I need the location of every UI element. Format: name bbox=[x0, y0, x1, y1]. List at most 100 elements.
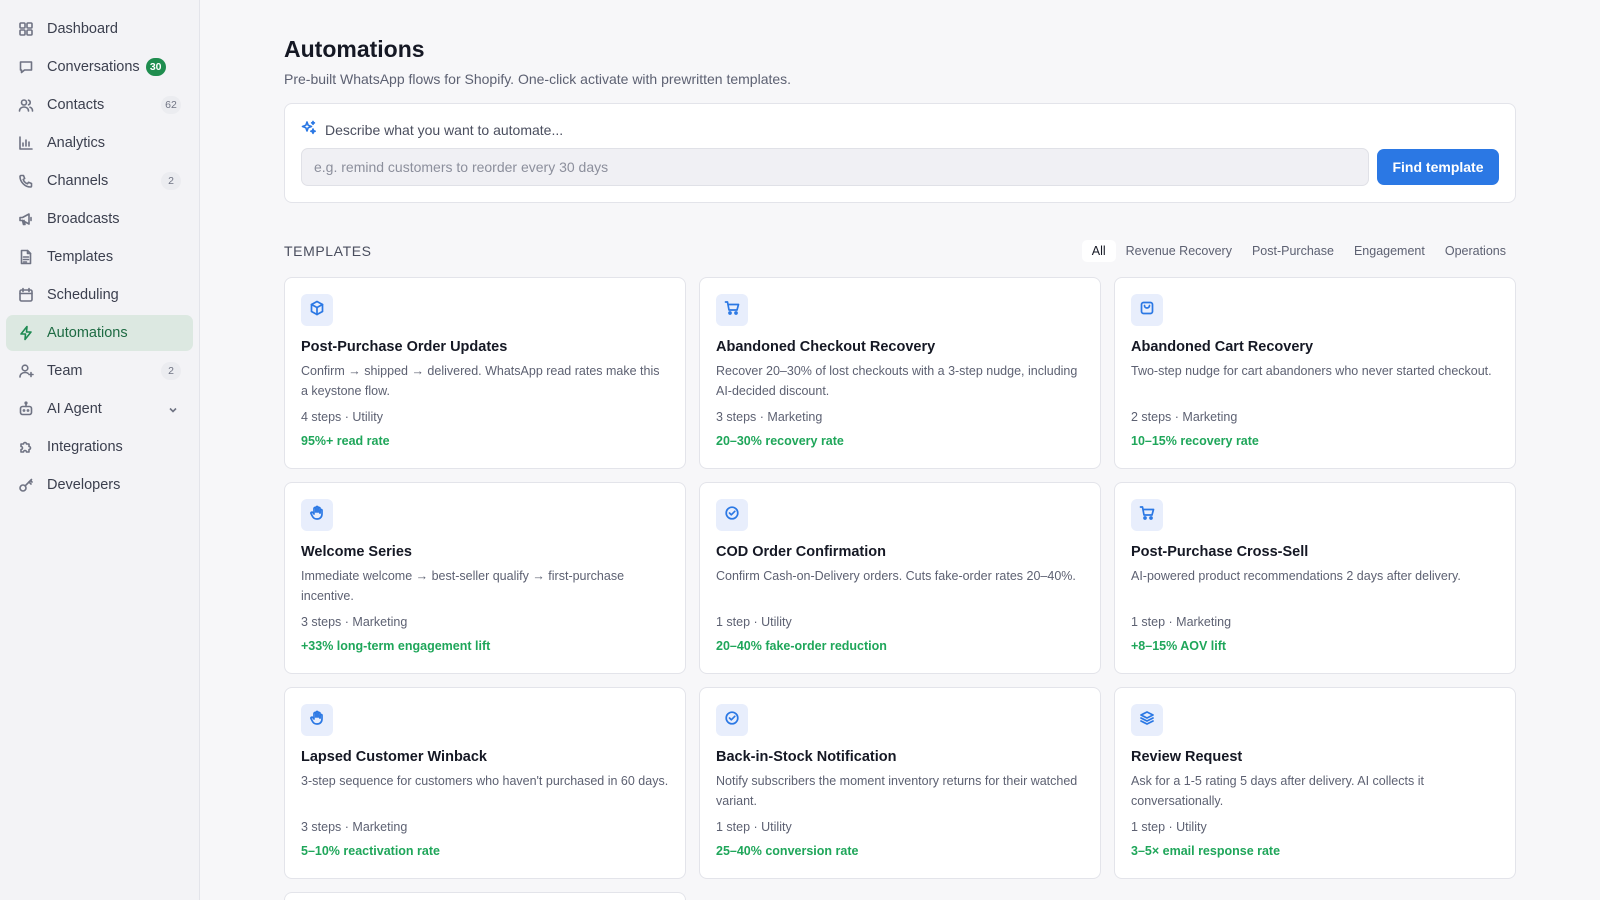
sidebar-item-label: AI Agent bbox=[47, 401, 102, 417]
template-meta: 1 step · Utility bbox=[1131, 820, 1207, 834]
template-card[interactable]: Review Request Ask for a 1-5 rating 5 da… bbox=[1114, 687, 1516, 879]
template-card[interactable]: Lapsed Customer Winback 3-step sequence … bbox=[284, 687, 686, 879]
sidebar-item-dashboard[interactable]: Dashboard bbox=[6, 11, 193, 47]
template-description: Ask for a 1-5 rating 5 days after delive… bbox=[1131, 774, 1424, 808]
key-icon bbox=[18, 477, 34, 493]
automation-search-input[interactable] bbox=[301, 148, 1369, 186]
filter-all[interactable]: All bbox=[1081, 240, 1116, 262]
sidebar-item-label: Contacts bbox=[47, 97, 105, 113]
sidebar-item-contacts[interactable]: Contacts 62 bbox=[6, 87, 193, 123]
sidebar-item-team[interactable]: Team 2 bbox=[6, 353, 193, 389]
template-card-partial[interactable] bbox=[284, 892, 686, 900]
chevron-down-icon[interactable] bbox=[167, 403, 179, 415]
chat-icon bbox=[18, 59, 34, 75]
template-card[interactable]: COD Order Confirmation Confirm Cash-on-D… bbox=[699, 482, 1101, 674]
shopping-bag-icon bbox=[1139, 300, 1155, 321]
template-description: 3-step sequence for customers who haven'… bbox=[301, 774, 669, 788]
template-meta: 1 step · Utility bbox=[716, 820, 792, 834]
template-stat: 20–30% recovery rate bbox=[716, 434, 844, 448]
template-stat: +8–15% AOV lift bbox=[1131, 639, 1227, 653]
page-title: Automations bbox=[284, 36, 425, 62]
template-card[interactable]: Welcome Series Immediate welcome → best-… bbox=[284, 482, 686, 674]
document-icon bbox=[18, 249, 34, 265]
megaphone-icon bbox=[18, 211, 34, 227]
template-description: AI-powered product recommendations 2 day… bbox=[1131, 569, 1461, 583]
sidebar: Dashboard Conversations 30 Contacts 62 A… bbox=[0, 0, 200, 900]
filter-post-purchase[interactable]: Post-Purchase bbox=[1242, 240, 1344, 262]
template-meta: 1 step · Utility bbox=[716, 615, 792, 629]
sidebar-item-label: Scheduling bbox=[47, 287, 119, 303]
template-stat: +33% long-term engagement lift bbox=[301, 639, 491, 653]
user-icon bbox=[18, 363, 34, 379]
hand-wave-icon bbox=[309, 710, 325, 731]
template-title: COD Order Confirmation bbox=[716, 544, 886, 560]
template-meta: 3 steps · Marketing bbox=[301, 615, 408, 629]
cart-icon bbox=[724, 300, 740, 321]
sidebar-item-label: Team bbox=[47, 363, 83, 379]
grid-icon bbox=[18, 21, 34, 37]
filter-revenue-recovery[interactable]: Revenue Recovery bbox=[1116, 240, 1242, 262]
sidebar-item-developers[interactable]: Developers bbox=[6, 467, 193, 503]
robot-icon bbox=[18, 401, 34, 417]
sidebar-item-label: Automations bbox=[47, 325, 128, 341]
template-title: Lapsed Customer Winback bbox=[301, 749, 487, 765]
unread-badge: 30 bbox=[145, 58, 166, 76]
sidebar-item-integrations[interactable]: Integrations bbox=[6, 429, 193, 465]
sidebar-item-analytics[interactable]: Analytics bbox=[6, 125, 193, 161]
template-stat: 10–15% recovery rate bbox=[1131, 434, 1259, 448]
sidebar-item-scheduling[interactable]: Scheduling bbox=[6, 277, 193, 313]
puzzle-icon bbox=[18, 439, 34, 455]
sidebar-item-conversations[interactable]: Conversations 30 bbox=[6, 49, 193, 85]
template-title: Welcome Series bbox=[301, 544, 412, 560]
count-badge: 2 bbox=[161, 172, 181, 190]
template-stat: 20–40% fake-order reduction bbox=[716, 639, 887, 653]
template-meta: 3 steps · Marketing bbox=[301, 820, 408, 834]
main-content: Automations Pre-built WhatsApp flows for… bbox=[284, 0, 1516, 900]
template-card[interactable]: Abandoned Cart Recovery Two-step nudge f… bbox=[1114, 277, 1516, 469]
calendar-icon bbox=[18, 287, 34, 303]
find-template-button[interactable]: Find template bbox=[1377, 149, 1499, 185]
cart-icon bbox=[1139, 505, 1155, 526]
automation-search-card: Describe what you want to automate... Fi… bbox=[284, 103, 1516, 203]
template-title: Abandoned Checkout Recovery bbox=[716, 339, 936, 355]
template-card[interactable]: Post-Purchase Order Updates Confirm → sh… bbox=[284, 277, 686, 469]
check-badge-icon bbox=[724, 505, 740, 526]
template-stat: 25–40% conversion rate bbox=[716, 844, 859, 858]
sidebar-item-label: Templates bbox=[47, 249, 114, 265]
sparkles-icon bbox=[301, 120, 317, 141]
hand-wave-icon bbox=[309, 505, 325, 526]
template-card[interactable]: Abandoned Checkout Recovery Recover 20–3… bbox=[699, 277, 1101, 469]
sidebar-item-ai-agent[interactable]: AI Agent bbox=[6, 391, 193, 427]
template-title: Review Request bbox=[1131, 749, 1243, 765]
search-prompt-label: Describe what you want to automate... bbox=[325, 122, 564, 138]
template-title: Post-Purchase Cross-Sell bbox=[1131, 544, 1309, 560]
sidebar-item-label: Broadcasts bbox=[47, 211, 120, 227]
template-grid: Post-Purchase Order Updates Confirm → sh… bbox=[284, 277, 1516, 900]
sidebar-item-broadcasts[interactable]: Broadcasts bbox=[6, 201, 193, 237]
phone-icon bbox=[18, 173, 34, 189]
check-badge-icon bbox=[724, 710, 740, 731]
filter-engagement[interactable]: Engagement bbox=[1344, 240, 1435, 262]
sidebar-item-label: Analytics bbox=[47, 135, 106, 151]
sidebar-item-label: Dashboard bbox=[47, 21, 118, 37]
sidebar-item-automations[interactable]: Automations bbox=[6, 315, 193, 351]
template-description: Notify subscribers the moment inventory … bbox=[716, 774, 1078, 808]
filter-operations[interactable]: Operations bbox=[1435, 240, 1516, 262]
template-title: Post-Purchase Order Updates bbox=[301, 339, 508, 355]
sidebar-item-channels[interactable]: Channels 2 bbox=[6, 163, 193, 199]
template-card[interactable]: Post-Purchase Cross-Sell AI-powered prod… bbox=[1114, 482, 1516, 674]
users-icon bbox=[18, 97, 34, 113]
template-description: Immediate welcome → best-seller qualify … bbox=[301, 569, 625, 603]
template-card[interactable]: Back-in-Stock Notification Notify subscr… bbox=[699, 687, 1101, 879]
template-description: Recover 20–30% of lost checkouts with a … bbox=[716, 364, 1078, 398]
template-meta: 1 step · Marketing bbox=[1131, 615, 1232, 629]
template-filter-tabs: All Revenue Recovery Post-Purchase Engag… bbox=[1081, 240, 1516, 262]
template-description: Confirm Cash-on-Delivery orders. Cuts fa… bbox=[716, 569, 1076, 583]
sidebar-item-templates[interactable]: Templates bbox=[6, 239, 193, 275]
templates-heading: TEMPLATES bbox=[284, 243, 372, 259]
template-meta: 4 steps · Utility bbox=[301, 410, 383, 424]
template-meta: 3 steps · Marketing bbox=[716, 410, 823, 424]
sidebar-item-label: Channels bbox=[47, 173, 109, 189]
box-icon bbox=[309, 300, 325, 321]
template-title: Back-in-Stock Notification bbox=[716, 749, 897, 765]
